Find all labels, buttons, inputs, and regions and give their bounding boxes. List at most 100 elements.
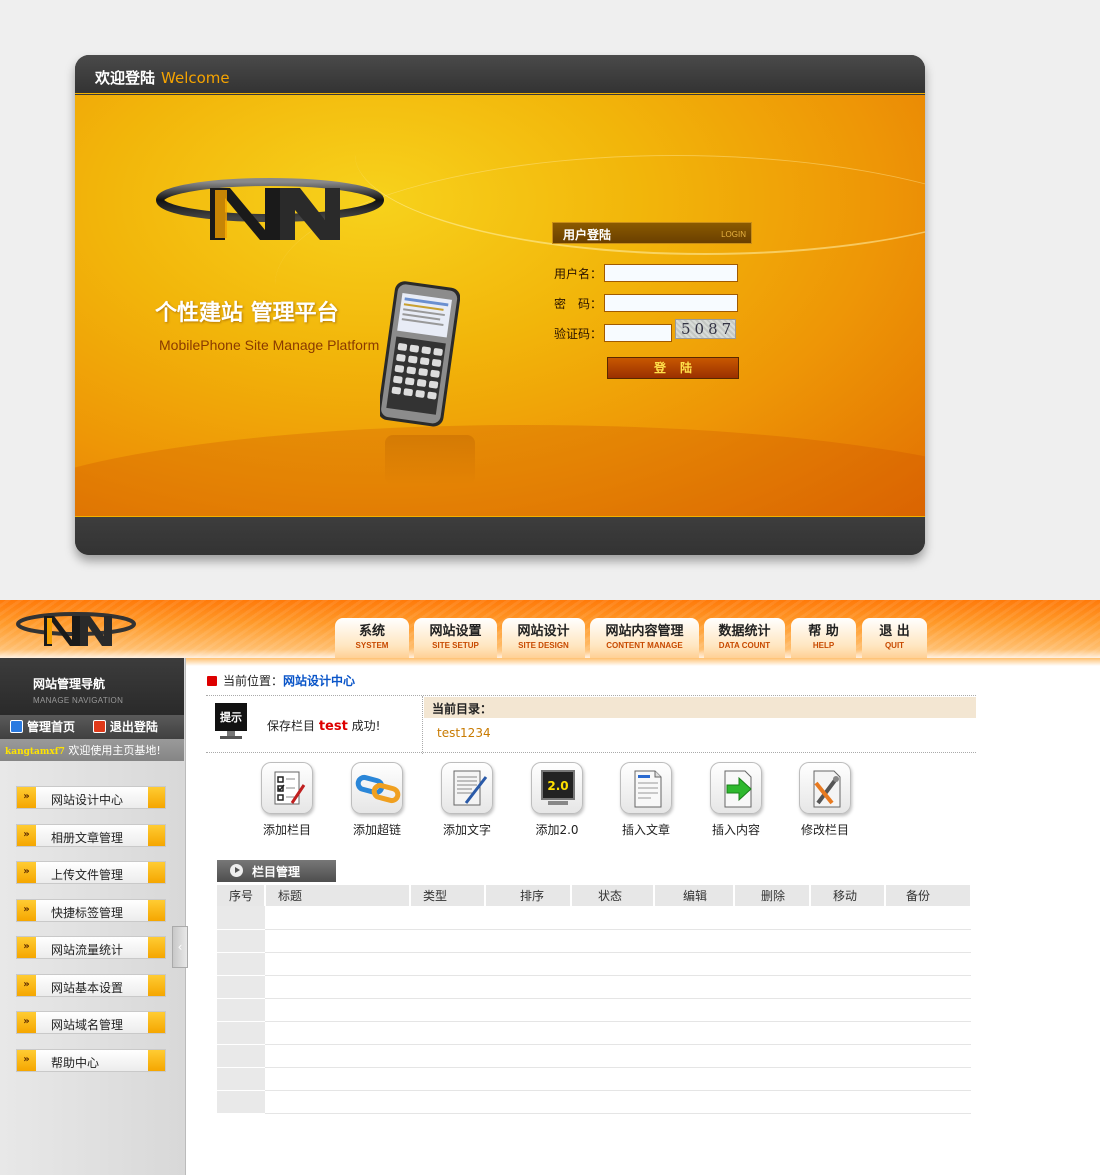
play-circle-icon — [230, 864, 243, 877]
add-column-button[interactable]: 添加栏目 — [247, 762, 327, 838]
add-text-button[interactable]: 添加文字 — [427, 762, 507, 838]
table-row[interactable] — [217, 1090, 971, 1114]
sidebar-item-design-center[interactable]: » 网站设计中心 — [16, 786, 166, 809]
logout-link[interactable]: 退出登陆 — [92, 720, 158, 734]
tab-data-count[interactable]: 数据统计 DATA COUNT — [704, 618, 785, 658]
login-form-title: 用户登陆 LOGIN — [552, 222, 752, 244]
chevron-double-right-icon: » — [17, 900, 36, 921]
checklist-icon — [261, 762, 313, 814]
chain-link-icon — [351, 762, 403, 814]
insert-article-button[interactable]: 插入文章 — [606, 762, 686, 838]
table-row[interactable] — [217, 929, 971, 953]
home-icon — [10, 720, 23, 733]
column-header-title[interactable]: 标题 — [265, 885, 411, 906]
tab-data-count-label: 数据统计 — [718, 624, 771, 639]
add-text-label: 添加文字 — [442, 823, 491, 837]
username-text: kangtamxf7 — [5, 747, 65, 757]
table-cell-index — [217, 1021, 265, 1045]
sidebar-item-traffic-stats[interactable]: » 网站流量统计 — [16, 936, 166, 959]
sidebar-item-label: 网站基本设置 — [51, 981, 124, 995]
table-header-row: 序号 标题 类型 排序 状态 编辑 删除 移动 备份 — [217, 885, 972, 906]
column-header-edit[interactable]: 编辑 — [654, 885, 735, 906]
chevron-double-right-icon: » — [17, 862, 36, 883]
login-header-title: 欢迎登陆 — [95, 69, 156, 87]
table-cell-content — [265, 1044, 971, 1068]
tip-message: 保存栏目 test 成功! — [267, 717, 380, 734]
table-row[interactable] — [217, 1021, 971, 1045]
sidebar-item-upload-files[interactable]: » 上传文件管理 — [16, 861, 166, 884]
tip-highlight: test — [318, 719, 348, 734]
edit-column-button[interactable]: 修改栏目 — [785, 762, 865, 838]
sidebar-item-basic-settings[interactable]: » 网站基本设置 — [16, 974, 166, 997]
table-cell-content — [265, 929, 971, 953]
current-directory-value[interactable]: test1234 — [437, 726, 491, 740]
edit-column-label: 修改栏目 — [800, 823, 849, 837]
add-2-0-button[interactable]: 2.0 添加2.0 — [517, 762, 597, 838]
column-table: 序号 标题 类型 排序 状态 编辑 删除 移动 备份 — [217, 885, 972, 1114]
sidebar-item-help-center[interactable]: » 帮助中心 — [16, 1049, 166, 1072]
insert-article-label: 插入文章 — [621, 823, 670, 837]
breadcrumb: 当前位置：网站设计中心 — [207, 672, 355, 689]
sidebar-quick-links: 管理首页 退出登陆 — [0, 715, 184, 739]
tip-monitor-icon: 提示 — [215, 703, 247, 739]
column-header-backup[interactable]: 备份 — [885, 885, 972, 906]
table-cell-index — [217, 952, 265, 976]
document-pen-icon — [441, 762, 493, 814]
tab-help[interactable]: 帮 助 HELP — [791, 618, 856, 658]
tab-system[interactable]: 系统 SYSTEM — [335, 618, 409, 658]
tab-content-manage[interactable]: 网站内容管理 CONTENT MANAGE — [590, 618, 699, 658]
password-input[interactable] — [604, 294, 738, 312]
table-row[interactable] — [217, 906, 971, 930]
tab-content-manage-label: 网站内容管理 — [605, 624, 684, 639]
username-label: 用户名： — [554, 267, 603, 281]
chevron-double-right-icon: » — [17, 937, 36, 958]
tab-quit[interactable]: 退 出 QUIT — [862, 618, 927, 658]
table-row[interactable] — [217, 998, 971, 1022]
table-row[interactable] — [217, 1067, 971, 1091]
sidebar-collapse-handle[interactable]: ‹ — [172, 926, 188, 968]
add-link-button[interactable]: 添加超链 — [337, 762, 417, 838]
login-submit-button[interactable]: 登陆 — [607, 357, 739, 379]
tab-site-setup-sub: SITE SETUP — [432, 641, 479, 650]
tab-help-label: 帮 助 — [808, 624, 839, 639]
sidebar-item-label: 相册文章管理 — [51, 831, 124, 845]
slogan-title: 个性建站 管理平台 — [155, 301, 339, 326]
username-row: 用户名： — [554, 265, 604, 282]
column-header-status[interactable]: 状态 — [571, 885, 655, 906]
insert-content-button[interactable]: 插入内容 — [696, 762, 776, 838]
captcha-image[interactable]: 5087 — [675, 319, 736, 339]
tab-site-design[interactable]: 网站设计 SITE DESIGN — [502, 618, 585, 658]
notice-box: 提示 保存栏目 test 成功! 当前目录： test1234 — [206, 695, 976, 754]
tab-site-setup[interactable]: 网站设置 SITE SETUP — [414, 618, 497, 658]
login-header: 欢迎登陆 Welcome — [75, 55, 925, 94]
sidebar-item-domain-manage[interactable]: » 网站域名管理 — [16, 1011, 166, 1034]
sidebar-item-album-articles[interactable]: » 相册文章管理 — [16, 824, 166, 847]
add-2-0-label: 添加2.0 — [535, 823, 579, 837]
table-row[interactable] — [217, 952, 971, 976]
brand-logo-small — [16, 612, 136, 646]
column-header-index[interactable]: 序号 — [217, 885, 266, 906]
breadcrumb-current[interactable]: 网站设计中心 — [283, 674, 355, 688]
captcha-input[interactable] — [604, 324, 672, 342]
chevron-double-right-icon: » — [17, 1050, 36, 1071]
tab-quit-sub: QUIT — [884, 641, 905, 650]
table-row[interactable] — [217, 975, 971, 999]
breadcrumb-label: 当前位置： — [223, 674, 284, 688]
sidebar-item-quick-tags[interactable]: » 快捷标签管理 — [16, 899, 166, 922]
column-header-type[interactable]: 类型 — [410, 885, 486, 906]
column-header-delete[interactable]: 删除 — [734, 885, 811, 906]
username-input[interactable] — [604, 264, 738, 282]
add-link-label: 添加超链 — [352, 823, 401, 837]
sidebar-item-label: 快捷标签管理 — [51, 906, 124, 920]
sidebar-item-label: 网站域名管理 — [51, 1018, 124, 1032]
welcome-bar: kangtamxf7 欢迎使用主页基地! — [0, 739, 184, 761]
home-link[interactable]: 管理首页 — [10, 720, 75, 734]
table-cell-index — [217, 906, 265, 930]
tab-help-sub: HELP — [812, 641, 835, 650]
column-header-order[interactable]: 排序 — [485, 885, 572, 906]
tab-data-count-sub: DATA COUNT — [718, 641, 771, 650]
sidebar-header: 网站管理导航 MANAGE NAVIGATION — [0, 658, 184, 715]
column-header-move[interactable]: 移动 — [810, 885, 886, 906]
table-row[interactable] — [217, 1044, 971, 1068]
brand-logo — [156, 178, 384, 240]
